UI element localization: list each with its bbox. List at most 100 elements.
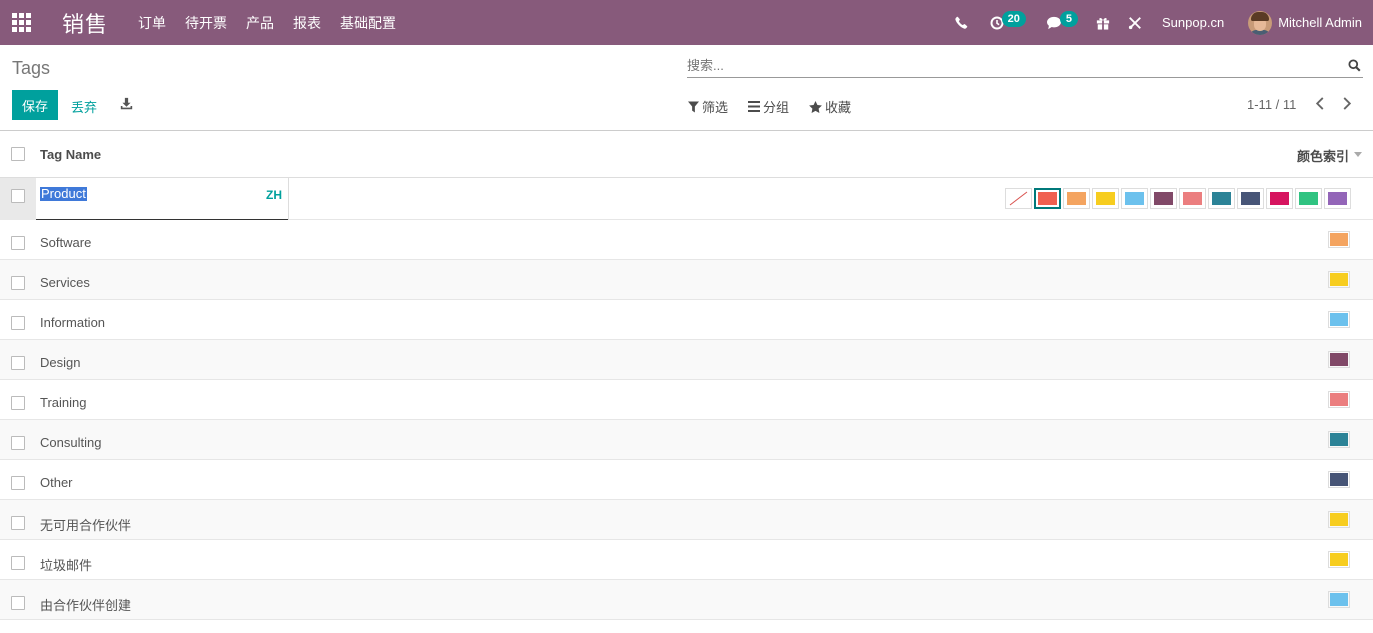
apps-menu-icon[interactable] [0,0,42,45]
color-option[interactable] [1324,188,1351,209]
app-name: 销售 [62,11,109,37]
search-input[interactable] [687,56,1327,73]
color-option[interactable] [1150,188,1177,209]
row-checkbox[interactable] [11,396,25,410]
row-checkbox[interactable] [11,476,25,490]
column-header-color-index[interactable]: 颜色索引 [1297,146,1349,165]
tag-name-cell: Software [40,235,92,250]
row-checkbox[interactable] [11,316,25,330]
color-option[interactable] [1266,188,1293,209]
color-option-none[interactable] [1005,188,1032,209]
row-checkbox[interactable] [11,236,25,250]
table-header: Tag Name 颜色索引 [0,131,1373,178]
tag-name-input-value[interactable]: Product [40,187,87,201]
messages-icon[interactable]: 5 [1046,0,1079,45]
table-row-editing[interactable]: Product ZH [0,178,1373,220]
translate-button[interactable]: ZH [266,188,282,202]
favorites-label: 收藏 [825,100,852,115]
color-option[interactable] [1092,188,1119,209]
row-checkbox[interactable] [11,516,25,530]
chevron-left-icon[interactable] [1315,97,1325,113]
table-row[interactable]: Consulting [0,420,1373,460]
tag-name-input[interactable]: Product ZH [36,178,288,220]
color-swatch [1328,231,1350,248]
table-row[interactable]: Design [0,340,1373,380]
star-icon [809,100,822,113]
color-option[interactable] [1063,188,1090,209]
filter-label: 筛选 [702,100,729,115]
chevron-right-icon[interactable] [1342,97,1352,113]
tag-name-cell: 无可用合作伙伴 [40,518,132,533]
table-row[interactable]: 无可用合作伙伴 [0,500,1373,540]
list-icon [748,101,761,112]
message-count-badge: 5 [1059,10,1079,27]
table-row[interactable]: Information [0,300,1373,340]
gift-icon[interactable] [1096,0,1110,45]
tag-name-cell: 垃圾邮件 [40,558,93,573]
table-row[interactable]: Other [0,460,1373,500]
filter-icon [688,101,699,112]
menu-item-configuration[interactable]: 基础配置 [340,13,396,33]
groupby-label: 分组 [763,100,790,115]
filter-button[interactable]: 筛选 [688,97,728,116]
color-swatch [1328,471,1350,488]
tag-name-cell: Consulting [40,435,102,450]
row-checkbox[interactable] [11,276,25,290]
color-option[interactable] [1208,188,1235,209]
user-avatar[interactable] [1248,10,1273,35]
menu-item-to-invoice[interactable]: 待开票 [185,13,227,33]
color-swatch [1328,351,1350,368]
row-checkbox[interactable] [11,596,25,610]
search-bar[interactable] [687,56,1363,78]
activity-icon[interactable]: 20 [990,0,1026,45]
tag-name-cell: 由合作伙伴创建 [40,598,132,613]
discard-button[interactable]: 丢弃 [71,97,97,116]
row-checkbox[interactable] [11,556,25,570]
cell-divider [288,178,289,220]
phone-icon[interactable] [955,0,968,45]
search-icon[interactable] [1348,59,1361,75]
color-swatch [1328,551,1350,568]
tag-name-cell: Design [40,355,81,370]
user-menu[interactable]: Mitchell Admin [1278,15,1362,30]
table-row[interactable]: Software [0,220,1373,260]
color-swatch [1328,511,1350,528]
table-row[interactable]: Services [0,260,1373,300]
company-switcher[interactable]: Sunpop.cn [1162,15,1224,30]
download-icon[interactable] [120,97,133,113]
tags-table: Tag Name 颜色索引 Product ZH Software Service… [0,131,1373,620]
table-row[interactable]: 由合作伙伴创建 [0,580,1373,620]
tag-name-cell: Other [40,475,73,490]
color-option[interactable] [1034,188,1061,209]
menu-item-products[interactable]: 产品 [246,13,274,33]
favorites-button[interactable]: 收藏 [809,97,851,116]
save-button[interactable]: 保存 [12,90,58,120]
groupby-button[interactable]: 分组 [748,97,789,116]
row-checkbox[interactable] [11,189,25,203]
row-checkbox[interactable] [11,356,25,370]
color-swatch [1328,311,1350,328]
color-option[interactable] [1179,188,1206,209]
control-panel: Tags 保存 丢弃 筛选 分组 收藏 1-11 / 11 [0,45,1373,131]
menu-item-reporting[interactable]: 报表 [293,13,321,33]
select-all-checkbox[interactable] [11,147,25,161]
tools-icon[interactable] [1128,0,1142,45]
menu-item-orders[interactable]: 订单 [138,13,166,33]
color-option[interactable] [1295,188,1322,209]
tag-name-cell: Training [40,395,87,410]
color-option[interactable] [1121,188,1148,209]
table-row[interactable]: Training [0,380,1373,420]
color-swatch [1328,591,1350,608]
pager-value[interactable]: 1-11 / 11 [1247,97,1296,112]
color-swatch [1328,271,1350,288]
top-navbar: 销售 订单 待开票 产品 报表 基础配置 20 5 Sunpop.cn Mitc… [0,0,1373,45]
color-option[interactable] [1237,188,1264,209]
color-swatch [1328,391,1350,408]
color-palette[interactable] [1003,188,1351,209]
sort-caret-icon[interactable] [1354,152,1362,157]
tag-name-cell: Services [40,275,90,290]
row-checkbox[interactable] [11,436,25,450]
column-header-tag-name[interactable]: Tag Name [40,147,101,162]
table-row[interactable]: 垃圾邮件 [0,540,1373,580]
tag-name-cell: Information [40,315,106,330]
